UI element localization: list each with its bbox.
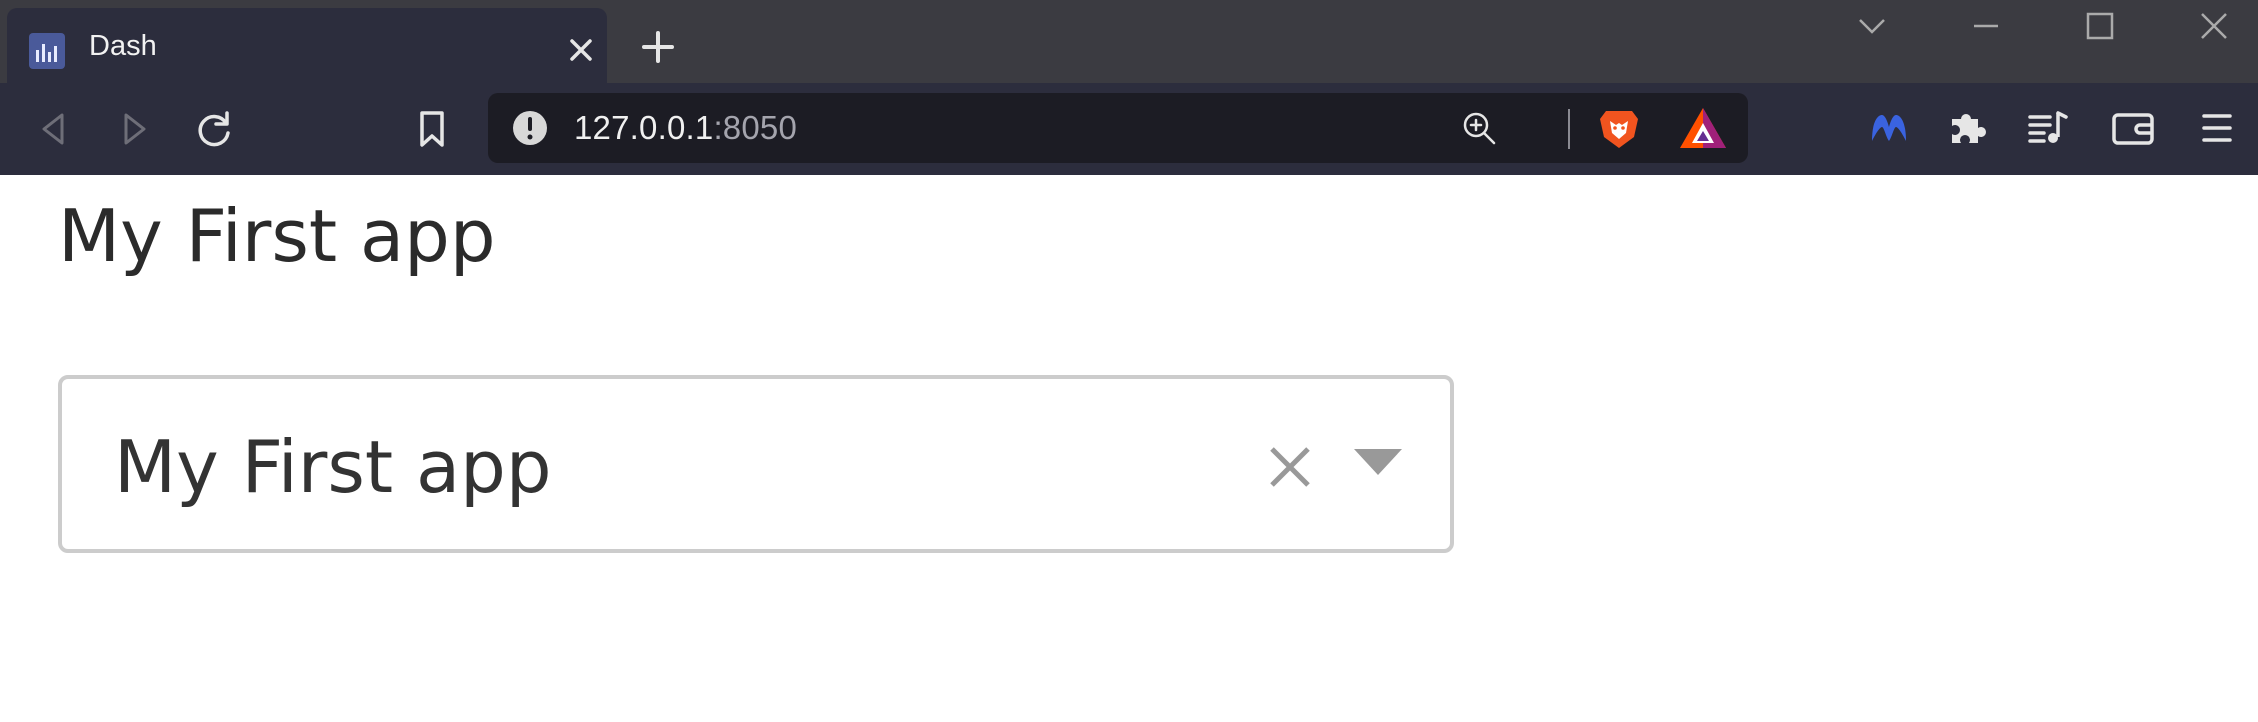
minimize-icon[interactable]	[1958, 6, 2014, 46]
app-dropdown[interactable]: My First app	[58, 375, 1454, 553]
chevron-down-icon[interactable]	[1350, 443, 1406, 483]
tab-strip: Dash	[0, 0, 2258, 83]
close-window-icon[interactable]	[2186, 6, 2242, 46]
browser-tab[interactable]: Dash	[7, 8, 607, 83]
address-bar[interactable]: 127.0.0.1:8050	[488, 93, 1748, 163]
tab-title: Dash	[89, 30, 157, 62]
url-port: :8050	[713, 109, 798, 146]
close-tab-icon[interactable]	[563, 32, 599, 68]
url-text[interactable]: 127.0.0.1:8050	[574, 109, 797, 147]
bat-triangle-icon[interactable]	[1678, 105, 1728, 151]
info-icon[interactable]	[512, 110, 548, 146]
tab-search-chevron-icon[interactable]	[1844, 6, 1900, 46]
clear-selection-icon[interactable]	[1262, 439, 1318, 495]
new-tab-icon[interactable]	[636, 25, 680, 69]
malwarebytes-icon[interactable]	[1864, 103, 1914, 153]
address-bar-divider	[1568, 109, 1570, 149]
menu-icon[interactable]	[2192, 103, 2242, 153]
page-title: My First app	[58, 194, 496, 278]
browser-toolbar: 127.0.0.1:8050	[0, 83, 2258, 175]
plotly-dash-icon	[29, 33, 65, 69]
reload-icon[interactable]	[190, 105, 238, 153]
bookmark-icon[interactable]	[408, 105, 456, 153]
media-queue-icon[interactable]	[2022, 103, 2072, 153]
puzzle-icon[interactable]	[1942, 103, 1992, 153]
forward-icon[interactable]	[110, 105, 158, 153]
back-icon[interactable]	[30, 105, 78, 153]
dropdown-selected-value: My First app	[114, 425, 552, 509]
maximize-icon[interactable]	[2072, 6, 2128, 46]
brave-lion-icon[interactable]	[1596, 105, 1642, 151]
wallet-icon[interactable]	[2108, 103, 2158, 153]
url-host: 127.0.0.1	[574, 109, 714, 146]
zoom-icon[interactable]	[1460, 109, 1498, 147]
